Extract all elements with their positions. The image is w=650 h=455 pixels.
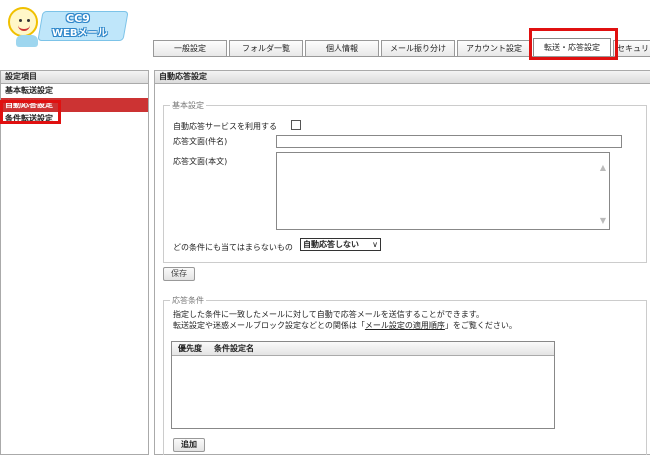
basic-settings-legend: 基本設定 [170, 100, 206, 111]
highlight-box-tab [529, 28, 618, 60]
fallback-label: どの条件にも当てはまらないもの [173, 243, 293, 252]
basic-settings-fieldset: 基本設定 自動応答サービスを利用する 応答文面(件名) 応答文面(本文) ▲ ▼… [163, 100, 647, 263]
col-condition-name: 条件設定名 [214, 344, 254, 353]
scroll-down-icon[interactable]: ▼ [600, 216, 606, 225]
page-title: 自動応答設定 [155, 71, 650, 84]
conditions-description-1: 指定した条件に一致したメールに対して自動で応答メールを送信することができます。 [173, 310, 484, 319]
conditions-description-2: 転送設定や迷惑メールブロック設定などとの関係は「メール設定の適用順序」をご覧くだ… [173, 321, 517, 330]
tab-personal-info[interactable]: 個人情報 [305, 40, 379, 56]
conditions-fieldset: 応答条件 指定した条件に一致したメールに対して自動で応答メールを送信することがで… [163, 295, 647, 455]
use-service-label: 自動応答サービスを利用する [173, 122, 277, 131]
body-textarea[interactable]: ▲ ▼ [276, 152, 610, 230]
apply-order-link[interactable]: メール設定の適用順序 [365, 321, 445, 330]
sidebar: 設定項目 基本転送設定 自動応答設定 条件転送設定 [0, 70, 149, 455]
col-priority: 優先度 [178, 344, 202, 353]
logo: CC9 WEBメール [6, 3, 129, 51]
main-panel: 自動応答設定 基本設定 自動応答サービスを利用する 応答文面(件名) 応答文面(… [154, 70, 650, 455]
body-label: 応答文面(本文) [173, 157, 228, 166]
tab-security[interactable]: セキュリ [613, 40, 650, 56]
fallback-select-value: 自動応答しない [303, 240, 359, 249]
sidebar-title: 設定項目 [1, 71, 148, 84]
mascot-icon [8, 7, 38, 37]
logo-text-webmail: WEBメール [52, 28, 108, 39]
chevron-down-icon: ∨ [372, 240, 378, 249]
subject-label: 応答文面(件名) [173, 137, 228, 146]
tab-mail-filter[interactable]: メール振り分け [381, 40, 455, 56]
subject-input[interactable] [276, 135, 622, 148]
scroll-up-icon[interactable]: ▲ [600, 163, 606, 172]
conditions-table: 優先度 条件設定名 [171, 341, 555, 429]
save-button[interactable]: 保存 [163, 267, 195, 281]
fallback-select[interactable]: 自動応答しない ∨ [300, 238, 381, 251]
add-button[interactable]: 追加 [173, 438, 205, 452]
table-header: 優先度 条件設定名 [172, 342, 554, 356]
tab-folder-list[interactable]: フォルダ一覧 [229, 40, 303, 56]
use-service-checkbox[interactable] [291, 120, 301, 130]
tab-general[interactable]: 一般設定 [153, 40, 227, 56]
conditions-legend: 応答条件 [170, 295, 206, 306]
tab-account-settings[interactable]: アカウント設定 [457, 40, 531, 56]
sidebar-item-basic-forward[interactable]: 基本転送設定 [1, 84, 148, 98]
highlight-box-sidebar [0, 100, 61, 124]
